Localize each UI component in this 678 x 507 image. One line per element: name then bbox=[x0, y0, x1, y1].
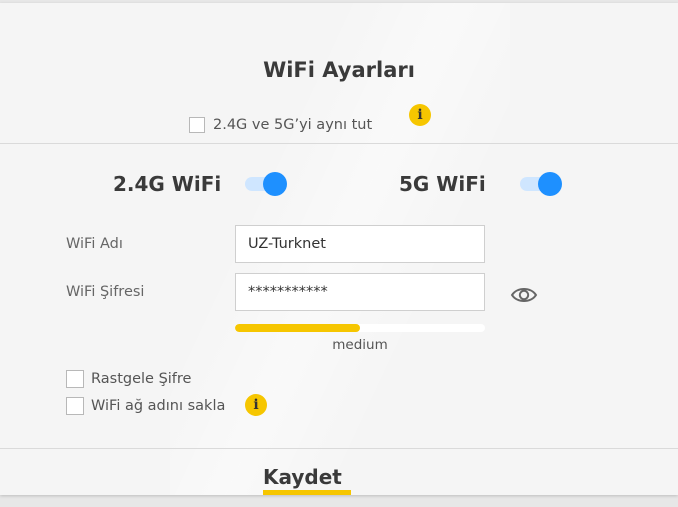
band-24g-toggle[interactable] bbox=[245, 172, 287, 196]
ssid-input[interactable]: UZ-Turknet bbox=[235, 225, 485, 263]
band-5g-toggle[interactable] bbox=[520, 172, 562, 196]
password-strength-fill bbox=[235, 324, 360, 332]
page-title: WiFi Ayarları bbox=[263, 58, 415, 82]
band-24g-toggle-knob bbox=[263, 172, 287, 196]
band-24g-title: 2.4G WiFi bbox=[113, 172, 222, 196]
sync-bands-checkbox[interactable] bbox=[189, 117, 205, 133]
password-strength-text: medium bbox=[332, 337, 388, 353]
divider-top bbox=[0, 143, 678, 144]
hide-ssid-checkbox[interactable] bbox=[66, 397, 84, 415]
ssid-label: WiFi Adı bbox=[66, 236, 123, 252]
divider-bottom bbox=[0, 448, 678, 449]
sync-info-icon[interactable]: i bbox=[409, 104, 431, 126]
hide-ssid-option[interactable]: WiFi ağ adını sakla bbox=[66, 397, 225, 415]
sync-bands-label: 2.4G ve 5G’yi aynı tut bbox=[213, 117, 373, 133]
save-button-underline bbox=[263, 490, 351, 495]
password-label: WiFi Şifresi bbox=[66, 284, 145, 300]
random-password-checkbox[interactable] bbox=[66, 370, 84, 388]
band-5g-title: 5G WiFi bbox=[399, 172, 486, 196]
password-strength-bar bbox=[235, 324, 485, 332]
show-password-eye-icon[interactable] bbox=[510, 284, 538, 306]
hide-ssid-info-icon[interactable]: i bbox=[245, 394, 267, 416]
hide-ssid-label: WiFi ağ adını sakla bbox=[91, 398, 226, 414]
save-button[interactable]: Kaydet bbox=[263, 465, 342, 489]
random-password-option[interactable]: Rastgele Şifre bbox=[66, 370, 191, 388]
sync-bands-option[interactable]: 2.4G ve 5G’yi aynı tut bbox=[189, 117, 372, 133]
random-password-label: Rastgele Şifre bbox=[91, 371, 192, 387]
band-5g-toggle-knob bbox=[538, 172, 562, 196]
wifi-settings-panel: WiFi Ayarları 2.4G ve 5G’yi aynı tut i 2… bbox=[0, 3, 678, 495]
password-input[interactable]: *********** bbox=[235, 273, 485, 311]
